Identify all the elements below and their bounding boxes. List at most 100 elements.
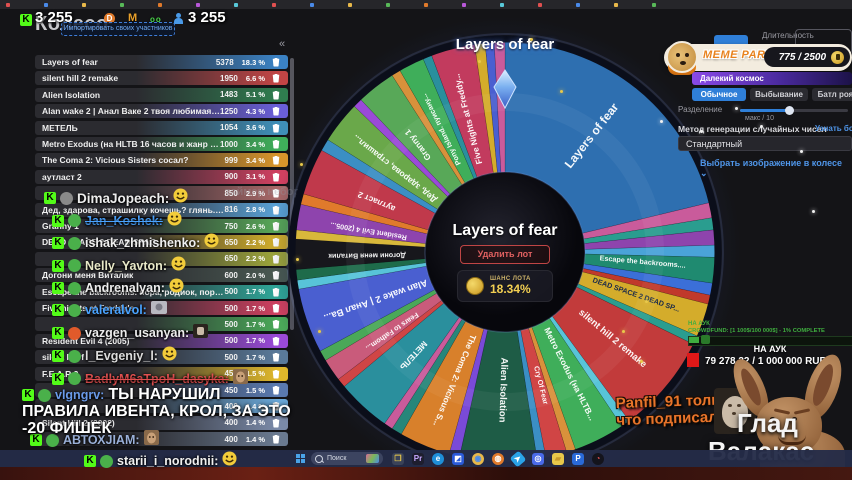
tab-обычное[interactable]: Обычное	[692, 88, 746, 101]
avatar	[68, 259, 81, 273]
avatar	[68, 214, 81, 228]
split-max-label: макс / 10	[745, 115, 774, 122]
split-slider-fill	[740, 109, 788, 112]
edge-icon[interactable]: e	[432, 453, 444, 465]
split-label: Разделение	[678, 105, 723, 114]
chat-emote-icon	[193, 323, 209, 343]
chat-username: vlgngrv:	[55, 388, 105, 402]
screen: Колесо K 3 255 D M оо 3 255 Импортироват…	[0, 0, 852, 480]
folder-icon[interactable]: ▰	[552, 453, 564, 465]
avatar	[68, 349, 81, 363]
chrome-icon[interactable]: ◉	[472, 453, 484, 465]
sparkle-icon	[645, 300, 648, 303]
warning-text: ТЫ НАРУШИЛ	[108, 386, 221, 403]
tab-выбывание[interactable]: Выбывание	[750, 88, 808, 101]
chevron-down-icon: ⌄	[700, 168, 708, 178]
warning-text: ПРАВИЛА ИВЕНТА, КРОЛ, ЗА ЭТО	[22, 403, 291, 420]
kick-badge-icon: K	[22, 389, 34, 401]
sparkle-icon	[296, 258, 299, 261]
chat-warning-line1: Kvlgngrv: ТЫ НАРУШИЛ	[22, 386, 221, 404]
kick-badge-icon: K	[52, 214, 64, 227]
circle-app-icon[interactable]: ◎	[532, 453, 544, 465]
kick-badge-icon: K	[84, 455, 96, 467]
kick-badge-icon: K	[52, 327, 64, 340]
points-value: 775 / 2500	[778, 51, 826, 63]
rng-learn-link[interactable]: Узнать бол	[815, 124, 852, 133]
orange-app-icon[interactable]: ◍	[492, 453, 504, 465]
chat-username: valeralvol:	[85, 303, 147, 317]
taskbar-search[interactable]: Поиск	[311, 452, 383, 465]
lock-icon	[831, 50, 844, 64]
sparkle-icon	[300, 163, 303, 166]
split-slider-knob[interactable]	[785, 106, 794, 115]
wheel-segment-label: Alien Isolation	[496, 357, 509, 422]
chance-badge: ШАНС ЛОТА 18.34%	[457, 270, 553, 302]
kick-badge-icon: K	[44, 192, 56, 204]
sparkle-icon	[660, 120, 663, 123]
chat-message: Kishak_zhmishenko:	[52, 233, 219, 253]
avatar	[60, 191, 73, 205]
chat-username: BadlyM6aTpoH_dasyka:	[85, 371, 229, 386]
obs-icon[interactable]: ◔	[592, 453, 604, 465]
points-pill: 775 / 2500	[764, 47, 850, 67]
avatar	[68, 281, 81, 295]
kick-badge-icon: K	[52, 259, 64, 272]
search-highlight-thumbnail	[366, 454, 379, 463]
chat-username: Andrenalyan:	[85, 281, 165, 296]
crowdfund-label: CROWDFUND: [1 100$/100 000$] - 1% COMPLE…	[688, 328, 825, 334]
wheel-theme-select[interactable]: Далекий космос	[692, 72, 852, 85]
chance-value: 18.34%	[490, 282, 531, 296]
avatar	[68, 236, 81, 250]
crowdfund-icon	[701, 335, 710, 344]
kick-badge-icon: K	[52, 282, 64, 295]
coin-icon	[466, 277, 484, 295]
delete-lot-button[interactable]: Удалить лот	[460, 245, 550, 264]
chat-username: l_Evgeniy_l:	[85, 349, 158, 364]
search-icon	[315, 454, 323, 463]
file-explorer-icon[interactable]: ❐	[392, 453, 404, 465]
kick-badge-icon: K	[52, 372, 64, 385]
chat-emote-icon	[169, 278, 184, 298]
avatar	[68, 303, 81, 317]
search-placeholder: Поиск	[327, 455, 347, 462]
sparkle-icon	[530, 38, 533, 41]
avatar	[100, 454, 113, 468]
choose-image-link[interactable]: Выбрать изображение в колесе ⌄	[700, 158, 852, 179]
chat-username: Nelly_Yavton:	[85, 258, 167, 273]
chat-message: Kvazgen_usanyan:	[52, 323, 209, 343]
chat-emote-icon	[204, 233, 219, 253]
sparkle-icon	[800, 150, 803, 153]
tab-батл-роял[interactable]: Батл роял	[812, 88, 852, 101]
chat-message: K Andrenalyan:	[52, 278, 184, 298]
auction-goal-title: НА АУК	[753, 344, 787, 354]
na-auk-small-label: НА АУК	[688, 321, 710, 327]
chat-emote-icon	[167, 211, 182, 231]
chat-emote-icon	[143, 430, 159, 450]
warning-text: -20 ФИШЕК	[22, 420, 112, 437]
sparkle-icon	[700, 130, 703, 133]
wheel-hub: Layers of fear Удалить лот ШАНС ЛОТА 18.…	[415, 222, 595, 302]
kick-badge-icon: K	[52, 350, 64, 363]
goal-marker-icon	[687, 353, 699, 367]
hub-lot-title: Layers of fear	[452, 222, 558, 239]
blue-app-icon[interactable]: ◩	[452, 453, 464, 465]
chat-emote-icon	[150, 301, 167, 319]
chat-username: ishak_zhmishenko:	[85, 236, 201, 251]
wheel-segment-label: Догони меня Виталик	[328, 251, 406, 261]
start-button[interactable]	[296, 454, 305, 463]
kick-badge-icon: K	[52, 237, 64, 250]
p-app-icon[interactable]: P	[572, 453, 584, 465]
sparkle-icon	[640, 360, 643, 363]
chat-username: Jan_Koshek:	[85, 213, 163, 228]
avatar	[38, 388, 51, 402]
chat-emote-icon	[173, 188, 188, 208]
premiere-icon[interactable]: Pr	[412, 453, 424, 465]
sparkle-icon	[560, 90, 563, 93]
doge-icon	[666, 41, 698, 73]
crowdfund-progress-fill	[689, 337, 699, 343]
chat-username: DimaJopeach:	[77, 190, 170, 206]
chat-message: Kvaleralvol:	[52, 301, 167, 319]
chat-message: K Jan_Koshek:	[52, 211, 182, 231]
chat-message: K DimaJopeach:	[44, 188, 188, 208]
rng-method-select[interactable]: Стандартный	[678, 136, 852, 151]
